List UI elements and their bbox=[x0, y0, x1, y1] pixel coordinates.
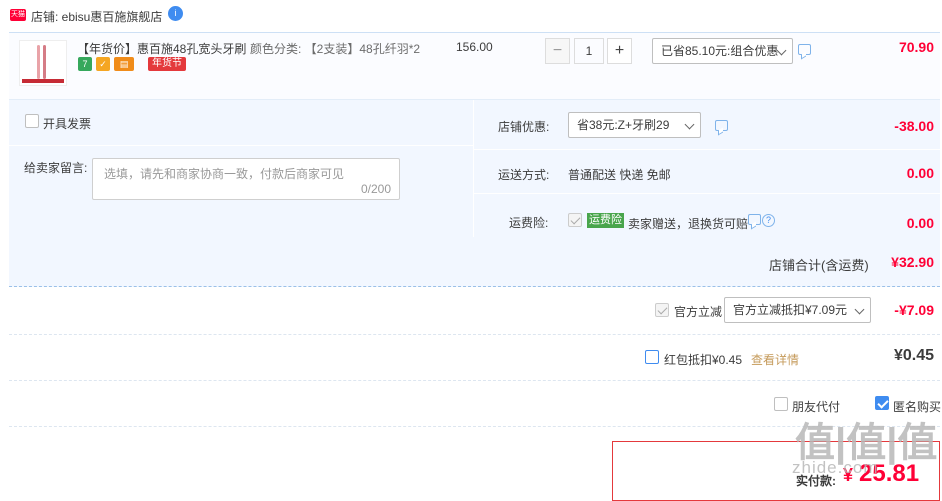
divider bbox=[9, 145, 473, 146]
item-promo-select-value: 已省85.10元:组合优惠 bbox=[661, 44, 779, 58]
shipping-amount: 0.00 bbox=[906, 165, 934, 181]
subtotal-value: ¥32.90 bbox=[891, 254, 934, 270]
sku-info: 颜色分类: 【2支装】48孔纤羽*2 bbox=[250, 42, 421, 56]
chat-icon[interactable] bbox=[715, 120, 728, 131]
shop-discount-label: 店铺优惠: bbox=[498, 120, 550, 134]
guarantee-icon[interactable]: ✓ bbox=[96, 57, 110, 71]
quantity-decrease-button[interactable]: − bbox=[545, 38, 570, 64]
chevron-down-icon bbox=[684, 119, 695, 130]
unit-price: 156.00 bbox=[456, 40, 493, 54]
message-placeholder: 选填，请先和商家协商一致，付款后商家可见 bbox=[104, 167, 345, 181]
official-discount-label: 官方立减 bbox=[674, 305, 723, 319]
shop-discount-select[interactable]: 省38元:Z+牙刷29 bbox=[568, 112, 701, 138]
shipping-label: 运送方式: bbox=[498, 168, 550, 182]
anonymous-buy-checkbox[interactable] bbox=[875, 396, 889, 410]
chevron-down-icon bbox=[854, 304, 865, 315]
festival-tag: 年货节 bbox=[148, 57, 186, 71]
official-discount-select[interactable]: 官方立减抵扣¥7.09元 bbox=[724, 297, 871, 323]
friend-pay-checkbox[interactable] bbox=[774, 397, 788, 411]
insurance-tag: 运费险 bbox=[587, 213, 624, 228]
product-title-link[interactable]: 【年货价】惠百施48孔宽头牙刷 bbox=[77, 40, 247, 57]
shop-name-link[interactable]: 店铺: ebisu惠百施旗舰店 bbox=[31, 8, 162, 25]
item-promo-select[interactable]: 已省85.10元:组合优惠 bbox=[652, 38, 793, 64]
watermark-text: zhide.com bbox=[792, 458, 879, 477]
wangwang-chat-icon[interactable]: i bbox=[168, 6, 183, 21]
official-discount-select-value: 官方立减抵扣¥7.09元 bbox=[733, 303, 848, 317]
invoice-label: 开具发票 bbox=[43, 117, 92, 131]
shipping-method: 普通配送 快递 免邮 bbox=[568, 168, 671, 182]
shop-header: 天猫 店铺: ebisu惠百施旗舰店 i bbox=[0, 0, 942, 32]
credit-card-icon[interactable]: ▤ bbox=[114, 57, 134, 71]
divider bbox=[9, 334, 940, 335]
redpacket-detail-link[interactable]: 查看详情 bbox=[751, 351, 799, 368]
quantity-input[interactable]: 1 bbox=[574, 38, 604, 64]
shop-discount-amount: -38.00 bbox=[894, 118, 934, 134]
insurance-amount: 0.00 bbox=[906, 215, 934, 231]
help-icon[interactable]: ? bbox=[762, 214, 775, 227]
seven-day-return-icon[interactable]: 7 bbox=[78, 57, 92, 71]
message-label: 给卖家留言: bbox=[24, 161, 88, 175]
redpacket-label: 红包抵扣¥0.45 bbox=[664, 353, 743, 367]
item-total: 70.90 bbox=[898, 39, 934, 55]
shop-discount-select-value: 省38元:Z+牙刷29 bbox=[577, 118, 670, 132]
message-char-count: 0/200 bbox=[360, 182, 391, 196]
official-discount-checkbox bbox=[655, 303, 669, 317]
divider bbox=[9, 380, 940, 381]
insurance-label: 运费险: bbox=[509, 216, 549, 230]
tmall-badge-icon: 天猫 bbox=[10, 9, 26, 21]
official-discount-amount: -¥7.09 bbox=[894, 302, 934, 318]
subtotal-label: 店铺合计(含运费) bbox=[769, 258, 869, 273]
invoice-checkbox[interactable] bbox=[25, 114, 39, 128]
redpacket-checkbox[interactable] bbox=[645, 350, 659, 364]
redpacket-amount: ¥0.45 bbox=[893, 347, 934, 364]
product-thumbnail[interactable] bbox=[19, 40, 67, 86]
quantity-increase-button[interactable]: + bbox=[607, 38, 632, 64]
quantity-stepper: − 1 + bbox=[545, 38, 635, 64]
insurance-checkbox bbox=[568, 213, 582, 227]
divider bbox=[474, 149, 940, 150]
seller-message-textarea[interactable]: 选填，请先和商家协商一致，付款后商家可见 0/200 bbox=[92, 158, 400, 200]
chat-icon[interactable] bbox=[798, 44, 811, 55]
chat-icon[interactable] bbox=[748, 214, 761, 225]
insurance-text: 卖家赠送，退换货可赔 bbox=[628, 217, 749, 231]
divider bbox=[474, 193, 940, 194]
